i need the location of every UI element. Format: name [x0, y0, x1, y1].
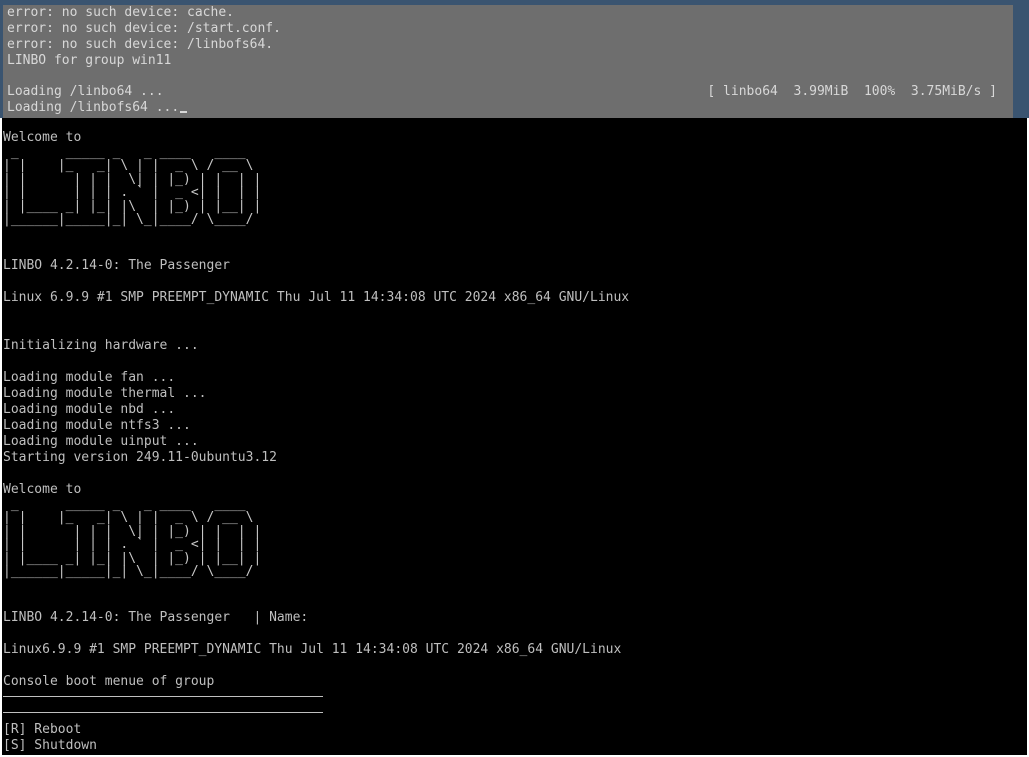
- bootloader-loading-text: Loading /linbofs64 ...: [7, 100, 180, 115]
- bootloader-error-line: error: no such device: /start.conf.: [7, 21, 281, 36]
- bootloader-frame: error: no such device: cache. error: no …: [0, 0, 1029, 118]
- welcome-text: Welcome to: [3, 482, 82, 497]
- init-hardware-text: Initializing hardware ...: [3, 338, 199, 353]
- console[interactable]: Welcome to _ _____ _ _ ____ ____ | | |_ …: [2, 118, 1027, 755]
- boot-menu-title: Console boot menue of group: [3, 674, 215, 689]
- module-load-line: Loading module uinput ...: [3, 434, 199, 449]
- linbo-logo-art: _ _____ _ _ ____ ____ | | |_ _| \ | | _ …: [3, 145, 262, 228]
- download-status: [ linbo64 3.99MiB 100% 3.75MiB/s ]: [707, 84, 997, 99]
- bootloader-panel: error: no such device: cache. error: no …: [3, 5, 1013, 118]
- shutdown-option[interactable]: [S] Shutdown: [3, 738, 97, 754]
- menu-divider: [3, 696, 323, 697]
- bootloader-error-line: error: no such device: cache.: [7, 5, 234, 20]
- welcome-text: Welcome to: [3, 130, 82, 145]
- linbo-logo: _ _____ _ _ ____ ____ | | |_ _| \ | | _ …: [3, 145, 273, 228]
- kernel-info: Linux6.9.9 #1 SMP PREEMPT_DYNAMIC Thu Ju…: [3, 642, 622, 657]
- bootloader-loading-line: Loading /linbo64 ...: [7, 84, 164, 99]
- module-load-line: Loading module thermal ...: [3, 386, 207, 401]
- module-load-line: Loading module ntfs3 ...: [3, 418, 191, 433]
- module-load-line: Loading module nbd ...: [3, 402, 176, 417]
- linbo-version: LINBO 4.2.14-0: The Passenger: [3, 258, 230, 273]
- linbo-logo: _ _____ _ _ ____ ____ | | |_ _| \ | | _ …: [3, 497, 273, 580]
- systemd-version: Starting version 249.11-0ubuntu3.12: [3, 450, 277, 465]
- module-load-line: Loading module fan ...: [3, 370, 176, 385]
- menu-divider: [3, 712, 323, 713]
- bootloader-error-line: error: no such device: /linbofs64.: [7, 37, 274, 52]
- text-cursor-icon: [180, 111, 188, 113]
- linbo-version-name: LINBO 4.2.14-0: The Passenger | Name:: [3, 610, 309, 625]
- kernel-info: Linux 6.9.9 #1 SMP PREEMPT_DYNAMIC Thu J…: [3, 290, 630, 305]
- vm-screen: error: no such device: cache. error: no …: [0, 0, 1029, 757]
- reboot-option[interactable]: [R] Reboot: [3, 722, 81, 738]
- bootloader-group-line: LINBO for group win11: [7, 53, 172, 68]
- linbo-logo-art: _ _____ _ _ ____ ____ | | |_ _| \ | | _ …: [3, 497, 262, 580]
- bootloader-loading-line: Loading /linbofs64 ...: [7, 100, 188, 116]
